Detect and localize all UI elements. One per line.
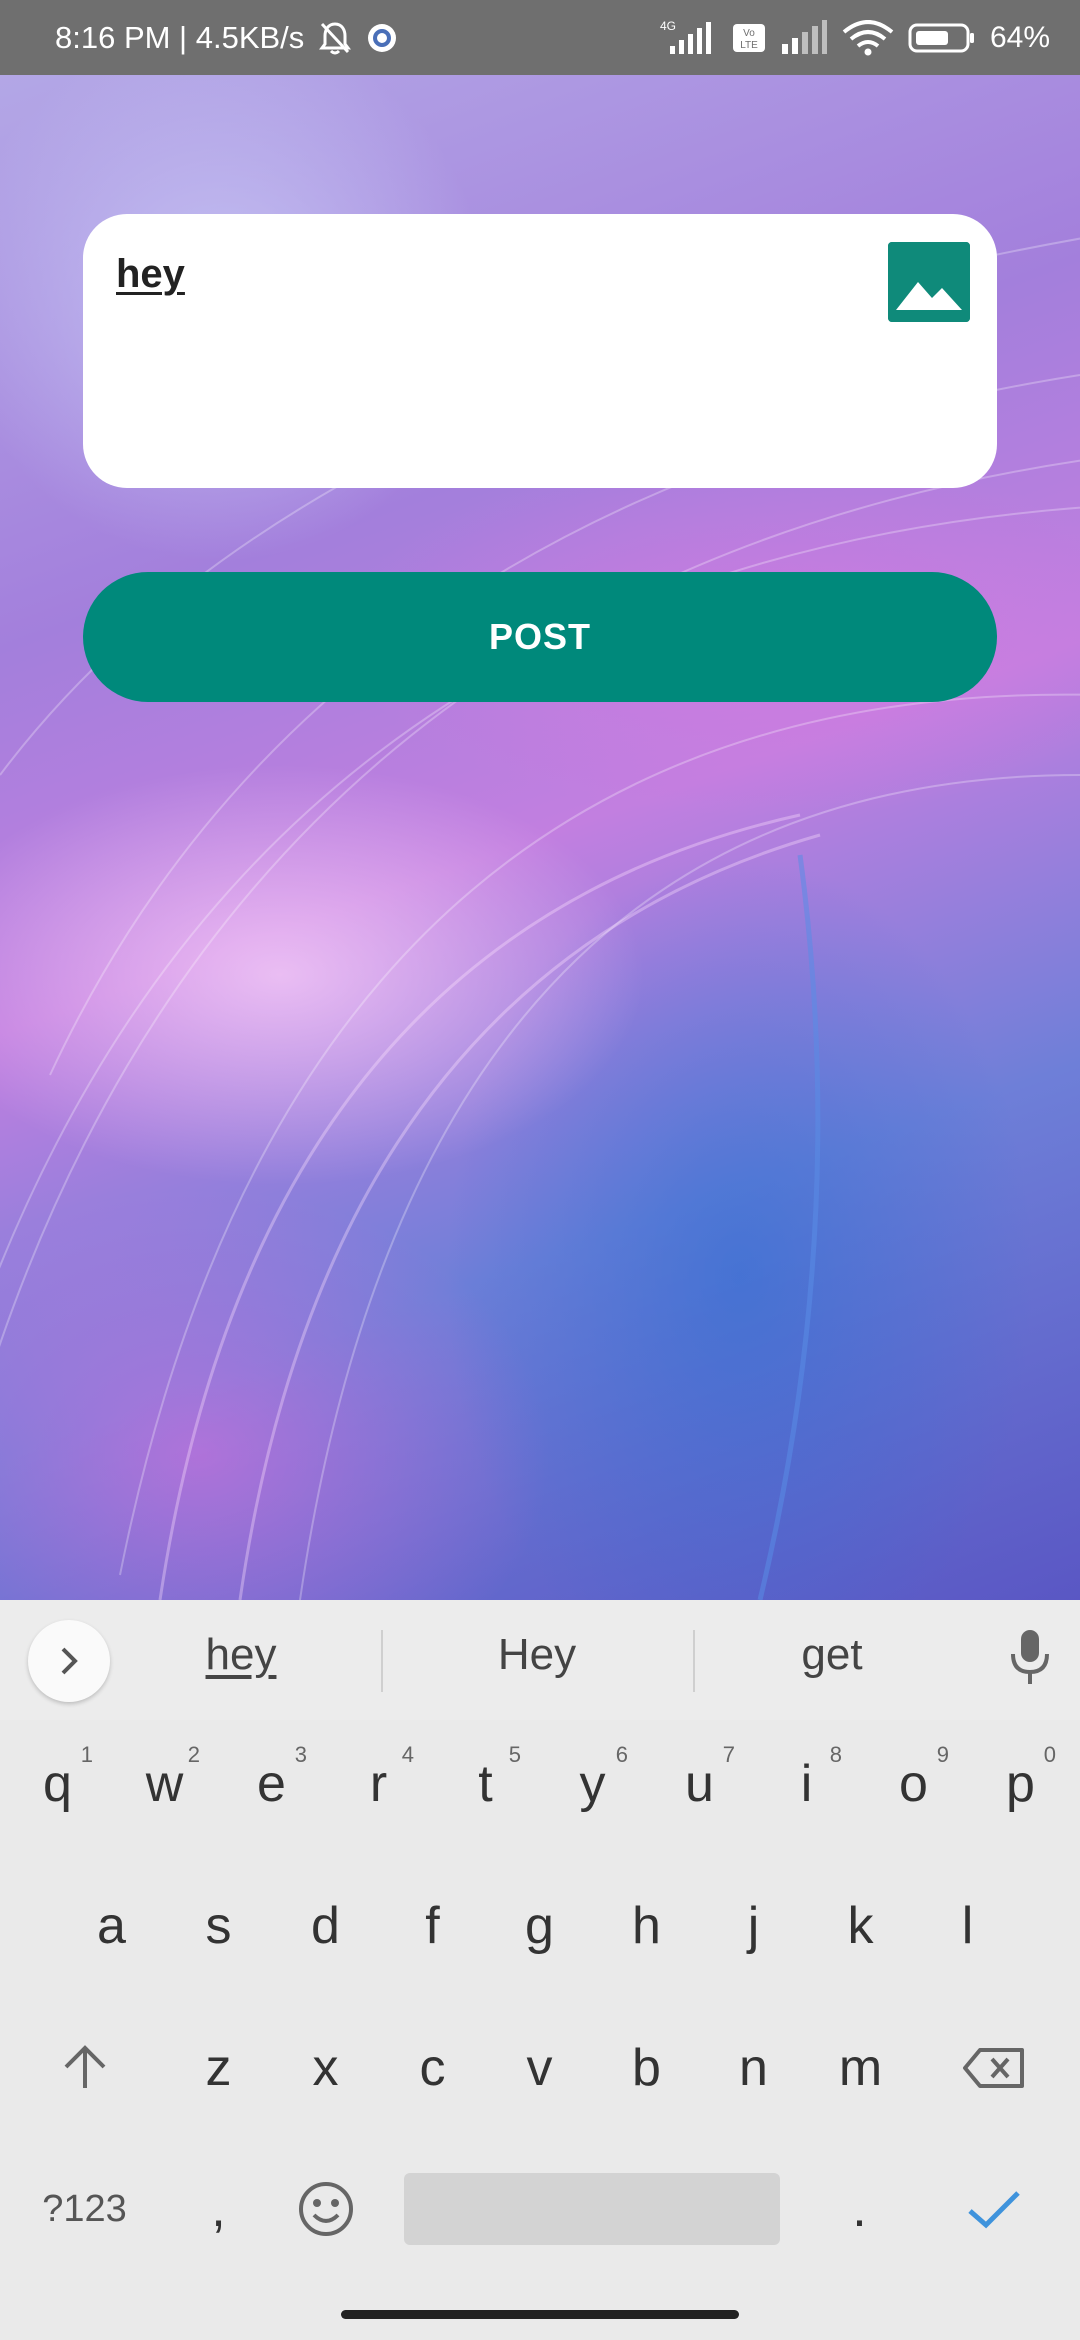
post-input-card[interactable]: hey <box>83 214 997 488</box>
home-indicator[interactable] <box>341 2310 739 2319</box>
key-x[interactable]: x <box>272 2008 379 2128</box>
battery-icon <box>908 22 976 54</box>
svg-text:LTE: LTE <box>740 40 758 51</box>
key-e[interactable]: e3 <box>218 1724 325 1844</box>
emoji-icon <box>298 2182 353 2236</box>
status-time: 8:16 PM | 4.5KB/s <box>55 19 305 55</box>
signal-4g-icon: 4G <box>656 18 718 58</box>
key-c[interactable]: c <box>379 2008 486 2128</box>
suggestion-divider <box>693 1630 695 1692</box>
suggestion-1[interactable]: hey <box>111 1630 371 1680</box>
key-q[interactable]: q1 <box>4 1724 111 1844</box>
key-h[interactable]: h <box>593 1866 700 1986</box>
key-u[interactable]: u7 <box>646 1724 753 1844</box>
backspace-icon <box>962 2048 1024 2088</box>
network-type-label: 4G <box>660 19 676 33</box>
suggestion-bar: hey Hey get <box>0 1600 1080 1720</box>
key-a[interactable]: a <box>58 1866 165 1986</box>
suggestion-divider <box>381 1630 383 1692</box>
keyboard: hey Hey get q1 w2 e3 r4 t5 y6 u7 i8 o9 p… <box>0 1600 1080 2340</box>
key-d[interactable]: d <box>272 1866 379 1986</box>
volte-icon: Vo LTE <box>732 23 766 53</box>
expand-toolbar-button[interactable] <box>28 1620 110 1702</box>
key-w[interactable]: w2 <box>111 1724 218 1844</box>
key-m[interactable]: m <box>807 2008 914 2128</box>
enter-key[interactable] <box>940 2149 1047 2269</box>
key-r[interactable]: r4 <box>325 1724 432 1844</box>
key-f[interactable]: f <box>379 1866 486 1986</box>
suggestion-2[interactable]: Hey <box>407 1630 667 1680</box>
notification-off-icon <box>318 20 352 56</box>
signal-icon <box>780 19 828 56</box>
space-bar[interactable] <box>404 2173 780 2245</box>
image-icon <box>888 242 970 322</box>
shift-arrow-icon <box>64 2045 105 2088</box>
svg-text:Vo: Vo <box>743 28 755 39</box>
key-o[interactable]: o9 <box>860 1724 967 1844</box>
checkmark-icon <box>967 2191 1020 2229</box>
key-n[interactable]: n <box>700 2008 807 2128</box>
key-j[interactable]: j <box>700 1866 807 1986</box>
period-key[interactable]: . <box>806 2149 913 2269</box>
key-v[interactable]: v <box>486 2008 593 2128</box>
key-t[interactable]: t5 <box>432 1724 539 1844</box>
comma-key[interactable]: , <box>165 2149 272 2269</box>
attach-image-button[interactable] <box>888 242 970 322</box>
symbols-key[interactable]: ?123 <box>31 2149 138 2269</box>
key-z[interactable]: z <box>165 2008 272 2128</box>
backspace-key[interactable] <box>940 2008 1047 2128</box>
shift-key[interactable] <box>31 2008 138 2128</box>
settings-app-icon <box>366 22 398 54</box>
battery-percentage: 64% <box>989 20 1050 54</box>
chevron-right-icon <box>61 1647 78 1675</box>
key-s[interactable]: s <box>165 1866 272 1986</box>
microphone-icon <box>1011 1630 1049 1684</box>
key-l[interactable]: l <box>914 1866 1021 1986</box>
key-y[interactable]: y6 <box>539 1724 646 1844</box>
key-g[interactable]: g <box>486 1866 593 1986</box>
status-bar: 8:16 PM | 4.5KB/s 4G Vo LTE 64% <box>0 0 1080 75</box>
post-button[interactable]: POST <box>83 572 997 702</box>
key-i[interactable]: i8 <box>753 1724 860 1844</box>
wifi-icon <box>842 19 894 56</box>
microphone-button[interactable] <box>1008 1628 1052 1691</box>
key-b[interactable]: b <box>593 2008 700 2128</box>
navigation-bar <box>0 2298 1080 2340</box>
emoji-key[interactable] <box>272 2149 379 2269</box>
key-p[interactable]: p0 <box>967 1724 1074 1844</box>
post-text-input[interactable]: hey <box>116 252 185 297</box>
key-k[interactable]: k <box>807 1866 914 1986</box>
suggestion-3[interactable]: get <box>702 1630 962 1680</box>
